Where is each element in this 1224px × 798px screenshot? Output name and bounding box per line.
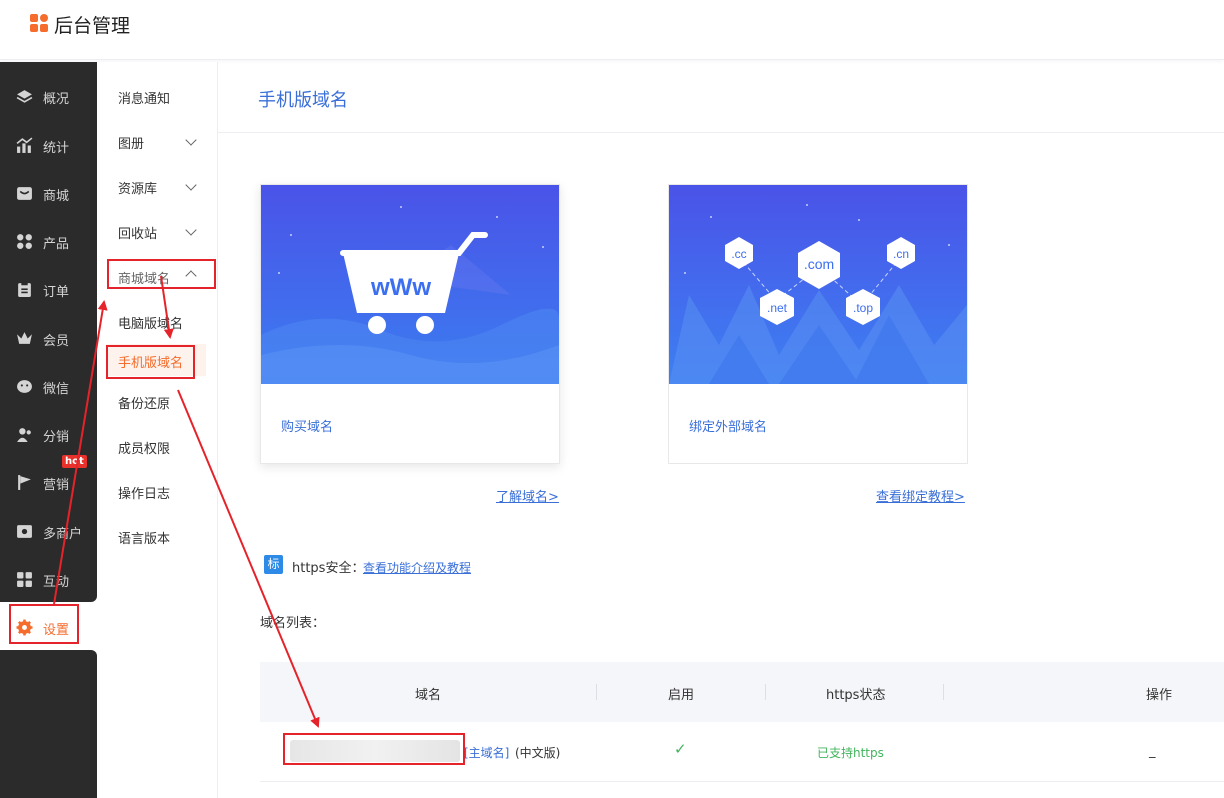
- submenu-item-language[interactable]: 语言版本: [118, 528, 170, 547]
- sidebar-item-label: 订单: [43, 285, 70, 300]
- table-header: 域名 启用 https状态 操作: [260, 662, 1224, 722]
- main-sidebar: 概况 统计 商城 产品 订单 会员 微信 分销 hot 营销 多商户 互动 设置: [0, 62, 97, 798]
- sidebar-item-members[interactable]: 会员: [0, 318, 97, 358]
- https-status: 已支持https: [817, 746, 884, 760]
- learn-domain-link[interactable]: 了解域名>: [496, 486, 559, 505]
- sidebar-item-orders[interactable]: 订单: [0, 269, 97, 309]
- domain-value-redacted[interactable]: [290, 740, 460, 762]
- www-text: wWw: [370, 274, 431, 301]
- sidebar-background-lower: [0, 650, 97, 798]
- tld-badge-cn: .cn: [893, 247, 909, 261]
- users-icon: [17, 428, 31, 442]
- https-label: https安全：: [292, 561, 365, 576]
- column-divider: [943, 684, 944, 700]
- chevron-up-icon[interactable]: [185, 270, 197, 282]
- sidebar-item-multi-merchant[interactable]: 多商户: [0, 511, 97, 551]
- submenu-item-gallery[interactable]: 图册: [118, 133, 144, 152]
- divider: [218, 132, 1224, 133]
- sidebar-item-label: 会员: [43, 334, 70, 349]
- chevron-down-icon[interactable]: [185, 179, 197, 191]
- layers-icon: [16, 90, 33, 103]
- column-header-actions: 操作: [1146, 688, 1173, 703]
- table-row: [主域名] (中文版) ✓ 已支持https _: [260, 722, 1224, 782]
- product-grid-icon: [17, 234, 32, 249]
- action-placeholder[interactable]: _: [1149, 744, 1156, 759]
- chart-icon: [16, 137, 33, 153]
- sidebar-item-label: 营销: [43, 478, 70, 493]
- sidebar-item-stats[interactable]: 统计: [0, 125, 97, 165]
- language-version: (中文版): [515, 746, 561, 760]
- sidebar-item-label: 互动: [43, 575, 70, 590]
- shop-icon: [17, 187, 32, 200]
- sidebar-item-label: 统计: [43, 141, 70, 156]
- page-title: 手机版域名: [258, 90, 348, 111]
- wechat-icon: [17, 380, 32, 393]
- submenu-item-pc-domain[interactable]: 电脑版域名: [118, 313, 183, 332]
- tld-badge-net: .net: [767, 301, 788, 315]
- sidebar-item-marketing[interactable]: 营销: [0, 462, 97, 502]
- flag-icon: [18, 475, 31, 490]
- submenu-item-notifications[interactable]: 消息通知: [118, 88, 170, 107]
- tld-badge-com: .com: [804, 256, 834, 272]
- submenu-item-backup[interactable]: 备份还原: [118, 393, 170, 412]
- sidebar-item-distribution[interactable]: 分销: [0, 414, 97, 454]
- submenu-item-permissions[interactable]: 成员权限: [118, 438, 170, 457]
- submenu-item-logs[interactable]: 操作日志: [118, 483, 170, 502]
- card-label: 购买域名: [281, 420, 334, 435]
- top-bar: 后台管理: [0, 0, 1224, 60]
- sidebar-item-label: 概况: [43, 92, 70, 107]
- sidebar-item-overview[interactable]: 概况: [0, 76, 97, 116]
- tld-badge-top: .top: [853, 301, 873, 315]
- column-divider: [596, 684, 597, 700]
- sidebar-item-label: 设置: [43, 623, 70, 638]
- logo-icon: [30, 14, 48, 32]
- main-domain-tag: [主域名]: [464, 746, 510, 760]
- sidebar-item-shop[interactable]: 商城: [0, 173, 97, 213]
- sidebar-item-label: 分销: [43, 430, 70, 445]
- app-title: 后台管理: [54, 15, 131, 37]
- crown-icon: [17, 332, 32, 344]
- sidebar-item-label: 商城: [43, 189, 70, 204]
- sidebar-item-interaction[interactable]: 互动: [0, 559, 97, 599]
- card-label: 绑定外部域名: [689, 420, 768, 435]
- sidebar-item-wechat[interactable]: 微信: [0, 366, 97, 406]
- submenu-item-shop-domain[interactable]: 商城域名: [118, 268, 170, 287]
- submenu-item-resources[interactable]: 资源库: [118, 178, 157, 197]
- https-tutorial-link[interactable]: 查看功能介绍及教程: [363, 559, 471, 576]
- sidebar-item-products[interactable]: 产品: [0, 221, 97, 261]
- bind-domain-card[interactable]: .cc .com .cn .net .top 绑定外部域名: [668, 184, 968, 464]
- sidebar-item-label: 微信: [43, 382, 70, 397]
- sidebar-item-label: 产品: [43, 237, 70, 252]
- order-icon: [18, 282, 31, 297]
- check-icon: ✓: [674, 740, 687, 758]
- submenu-item-mobile-domain[interactable]: 手机版域名: [118, 352, 183, 371]
- gear-icon: [16, 619, 33, 636]
- column-header-https: https状态: [826, 688, 886, 703]
- column-header-enabled: 启用: [668, 688, 695, 703]
- interact-icon: [17, 572, 32, 587]
- badge-icon: 标: [264, 555, 283, 574]
- store-icon: [17, 525, 32, 538]
- tld-badge-cc: .cc: [731, 247, 746, 261]
- column-header-domain: 域名: [415, 688, 442, 703]
- chevron-down-icon[interactable]: [185, 224, 197, 236]
- shopping-cart-illustration: wWw: [261, 185, 559, 384]
- settings-submenu: 消息通知 图册 资源库 回收站 商城域名 电脑版域名 手机版域名 备份还原 成员…: [97, 62, 218, 798]
- sidebar-item-label: 多商户: [43, 527, 83, 542]
- buy-domain-card[interactable]: wWw 购买域名: [260, 184, 560, 464]
- submenu-item-recycle-bin[interactable]: 回收站: [118, 223, 157, 242]
- domain-network-illustration: .cc .com .cn .net .top: [669, 185, 967, 384]
- bind-tutorial-link[interactable]: 查看绑定教程>: [876, 486, 965, 505]
- column-divider: [765, 684, 766, 700]
- chevron-down-icon[interactable]: [185, 134, 197, 146]
- sidebar-item-settings[interactable]: 设置: [0, 607, 97, 647]
- domain-list-label: 域名列表：: [260, 616, 326, 631]
